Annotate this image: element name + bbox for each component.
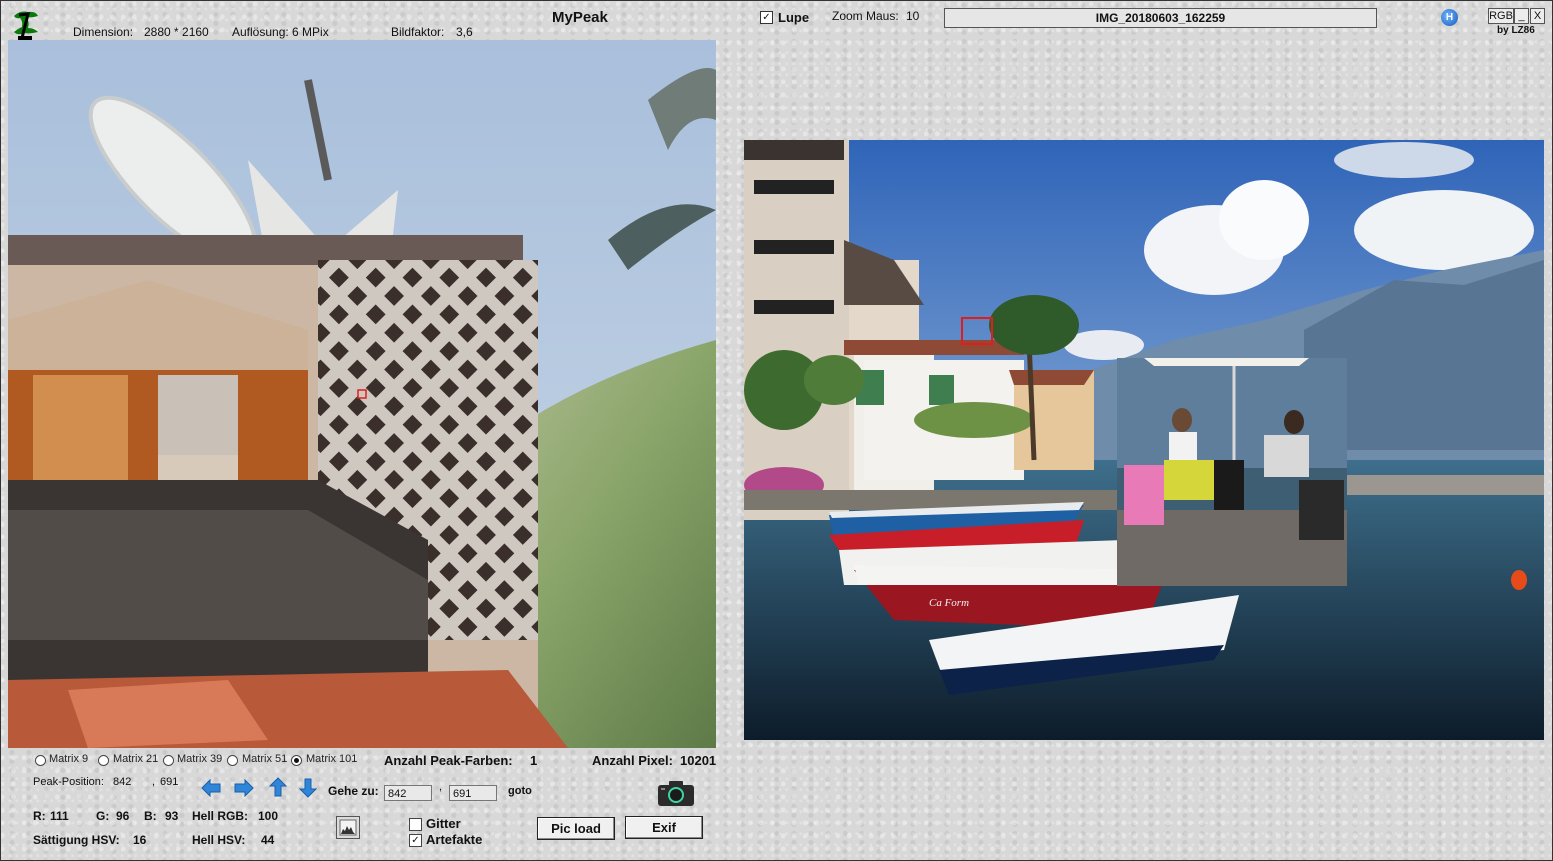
goto-y-input[interactable]: 691 <box>449 785 497 801</box>
main-photo[interactable]: Ca Form <box>744 140 1544 740</box>
camera-icon[interactable] <box>657 779 695 807</box>
zoom-view[interactable] <box>8 40 716 748</box>
app-title: MyPeak <box>552 9 608 26</box>
hell-hsv-label: Hell HSV: <box>192 833 246 847</box>
dimension-label: Dimension: <box>73 25 134 39</box>
goto-button[interactable]: goto <box>508 785 532 797</box>
radio-label-matrix-21: Matrix 21 <box>113 753 159 765</box>
peak-position-label: Peak-Position: <box>33 776 104 788</box>
arrow-up-icon[interactable] <box>267 777 289 797</box>
saturation-value: 16 <box>133 833 147 847</box>
histogram-icon[interactable] <box>336 816 360 839</box>
zoom-value: 10 <box>906 9 920 23</box>
goto-label: Gehe zu: <box>328 784 379 798</box>
minimize-button[interactable]: _ <box>1514 8 1529 24</box>
rgb-button[interactable]: RGB <box>1488 8 1514 24</box>
radio-matrix-21[interactable] <box>98 755 109 766</box>
arrow-left-icon[interactable] <box>200 778 222 798</box>
hell-rgb-label: Hell RGB: <box>192 809 249 823</box>
artifacts-label: Artefakte <box>426 832 483 847</box>
hell-hsv-value: 44 <box>261 833 275 847</box>
radio-matrix-39[interactable] <box>163 755 174 766</box>
goto-separator: , <box>439 781 443 793</box>
g-value: 96 <box>116 809 130 823</box>
g-label: G: <box>96 809 110 823</box>
peak-x-value: 842 <box>113 776 132 788</box>
arrow-down-icon[interactable] <box>297 778 319 798</box>
lupe-label: Lupe <box>778 10 810 25</box>
zoom-label: Zoom Maus: <box>832 9 899 23</box>
grid-checkbox[interactable] <box>409 818 422 831</box>
r-label: R: <box>33 809 46 823</box>
radio-label-matrix-39: Matrix 39 <box>177 753 223 765</box>
b-label: B: <box>144 809 157 823</box>
arrow-right-icon[interactable] <box>233 778 255 798</box>
credit-label: by LZ86 <box>1497 25 1535 36</box>
radio-matrix-9[interactable] <box>35 755 46 766</box>
radio-label-matrix-9: Matrix 9 <box>49 753 89 765</box>
peak-colors-label: Anzahl Peak-Farben: <box>384 753 513 768</box>
factor-label: Bildfaktor: <box>391 25 445 39</box>
tree-logo-icon <box>10 8 42 42</box>
resolution-label: Auflösung: 6 MPix <box>232 25 329 39</box>
radio-label-matrix-101: Matrix 101 <box>306 753 358 765</box>
pixel-count-label: Anzahl Pixel: <box>592 753 673 768</box>
b-value: 93 <box>165 809 179 823</box>
pixel-count-value: 10201 <box>680 753 717 768</box>
lupe-checkbox[interactable]: ✓ <box>760 11 773 24</box>
boat-name-text: Ca Form <box>929 597 969 609</box>
peak-separator: , <box>152 776 156 788</box>
help-icon[interactable]: H <box>1441 9 1458 26</box>
goto-x-input[interactable]: 842 <box>384 785 432 801</box>
exif-button[interactable]: Exif <box>625 816 703 839</box>
saturation-label: Sättigung HSV: <box>33 833 120 847</box>
peak-colors-value: 1 <box>530 753 538 768</box>
peak-y-value: 691 <box>160 776 179 788</box>
pic-load-button[interactable]: Pic load <box>537 817 615 840</box>
radio-label-matrix-51: Matrix 51 <box>242 753 288 765</box>
factor-value: 3,6 <box>456 25 473 39</box>
dimension-value: 2880 * 2160 <box>144 25 209 39</box>
radio-matrix-51[interactable] <box>227 755 238 766</box>
artifacts-checkbox[interactable]: ✓ <box>409 834 422 847</box>
r-value: 111 <box>50 809 69 823</box>
grid-label: Gitter <box>426 816 461 831</box>
radio-matrix-101[interactable] <box>291 755 302 766</box>
filename-field: IMG_20180603_162259 <box>944 8 1377 28</box>
hell-rgb-value: 100 <box>258 809 279 823</box>
close-button[interactable]: X <box>1530 8 1545 24</box>
